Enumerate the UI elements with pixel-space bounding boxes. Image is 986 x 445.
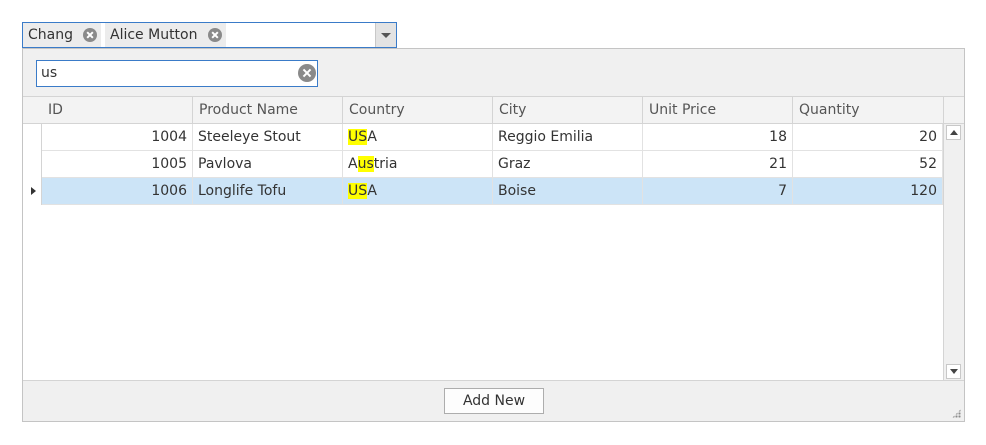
cell-quantity: 120 xyxy=(793,178,943,205)
resize-grip-icon[interactable] xyxy=(952,409,961,418)
cell-product-name: Steeleye Stout xyxy=(193,124,343,151)
add-new-button[interactable]: Add New xyxy=(444,388,544,414)
row-indicator xyxy=(23,124,42,151)
cell-country: USA xyxy=(343,124,493,151)
cell-city: Boise xyxy=(493,178,643,205)
cell-id: 1005 xyxy=(42,151,193,178)
row-indicator xyxy=(23,178,42,205)
column-header-country[interactable]: Country xyxy=(343,97,493,123)
vertical-scrollbar[interactable] xyxy=(943,124,964,380)
cell-unit-price: 7 xyxy=(643,178,793,205)
token-combo-box[interactable]: Chang Alice Mutton xyxy=(22,22,397,48)
search-input[interactable]: us xyxy=(36,60,318,87)
column-header-unit-price[interactable]: Unit Price xyxy=(643,97,793,123)
country-text: A xyxy=(367,183,377,199)
grid-footer: Add New xyxy=(23,380,964,421)
cell-city: Graz xyxy=(493,151,643,178)
dropdown-toggle-button[interactable] xyxy=(375,23,396,47)
remove-token-icon[interactable] xyxy=(207,28,222,42)
column-header-city[interactable]: City xyxy=(493,97,643,123)
cell-city: Reggio Emilia xyxy=(493,124,643,151)
remove-token-icon[interactable] xyxy=(83,28,97,42)
grid-header: ID Product Name Country City Unit Price … xyxy=(23,96,964,124)
table-row-selected[interactable]: 1006 Longlife Tofu USA Boise 7 120 xyxy=(23,178,943,205)
token-list: Chang Alice Mutton xyxy=(23,23,230,47)
column-header-product-name[interactable]: Product Name xyxy=(193,97,343,123)
row-indicator xyxy=(23,151,42,178)
cell-product-name: Pavlova xyxy=(193,151,343,178)
scroll-up-icon[interactable] xyxy=(946,125,961,140)
cell-country: USA xyxy=(343,178,493,205)
cell-unit-price: 21 xyxy=(643,151,793,178)
search-bar: us xyxy=(23,49,964,96)
token-label: Chang xyxy=(28,27,73,43)
token-chip: Alice Mutton xyxy=(105,23,226,47)
data-grid: ID Product Name Country City Unit Price … xyxy=(23,96,964,380)
column-header-quantity[interactable]: Quantity xyxy=(793,97,944,123)
column-header-id[interactable]: ID xyxy=(42,97,193,123)
token-chip: Chang xyxy=(23,23,101,47)
clear-search-icon[interactable] xyxy=(298,64,316,82)
country-text: A xyxy=(367,129,377,145)
cell-product-name: Longlife Tofu xyxy=(193,178,343,205)
scroll-down-icon[interactable] xyxy=(946,364,961,379)
cell-id: 1006 xyxy=(42,178,193,205)
search-match-highlight: us xyxy=(357,156,374,172)
country-text: tria xyxy=(373,156,398,172)
cell-country: Austria xyxy=(343,151,493,178)
dropdown-panel: us ID Product Name Country City Unit Pri… xyxy=(22,48,965,422)
cell-unit-price: 18 xyxy=(643,124,793,151)
table-row[interactable]: 1005 Pavlova Austria Graz 21 52 xyxy=(23,151,943,178)
cell-id: 1004 xyxy=(42,124,193,151)
cell-quantity: 52 xyxy=(793,151,943,178)
search-input-value: us xyxy=(41,65,58,81)
country-text: A xyxy=(348,156,358,172)
table-row[interactable]: 1004 Steeleye Stout USA Reggio Emilia 18… xyxy=(23,124,943,151)
search-match-highlight: US xyxy=(348,129,368,145)
current-row-arrow-icon xyxy=(31,187,36,195)
cell-quantity: 20 xyxy=(793,124,943,151)
search-match-highlight: US xyxy=(348,183,368,199)
token-label: Alice Mutton xyxy=(110,27,198,43)
